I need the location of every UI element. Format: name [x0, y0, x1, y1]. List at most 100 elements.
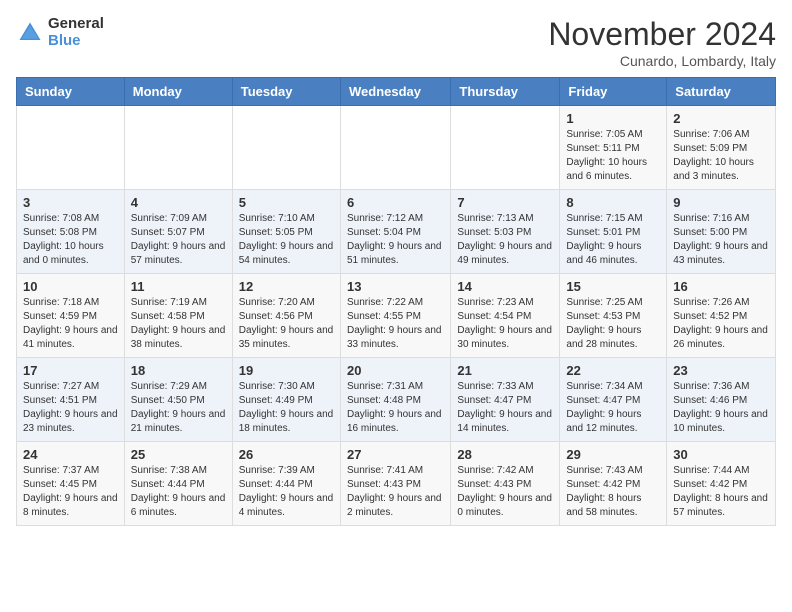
calendar-cell: 5 Sunrise: 7:10 AM Sunset: 5:05 PM Daylig…: [232, 190, 340, 274]
day-info: Sunrise: 7:12 AM Sunset: 5:04 PM Dayligh…: [347, 212, 444, 268]
day-number: 27: [347, 447, 444, 462]
weekday-header: Sunday: [17, 78, 125, 106]
day-info: Sunrise: 7:18 AM Sunset: 4:59 PM Dayligh…: [23, 296, 118, 352]
day-info: Sunrise: 7:29 AM Sunset: 4:50 PM Dayligh…: [131, 380, 226, 436]
calendar-cell: 21 Sunrise: 7:33 AM Sunset: 4:47 PM Dayli…: [451, 358, 560, 442]
day-number: 5: [239, 195, 334, 210]
day-number: 18: [131, 363, 226, 378]
day-info: Sunrise: 7:20 AM Sunset: 4:56 PM Dayligh…: [239, 296, 334, 352]
day-number: 30: [673, 447, 769, 462]
day-info: Sunrise: 7:15 AM Sunset: 5:01 PM Dayligh…: [566, 212, 660, 268]
day-info: Sunrise: 7:41 AM Sunset: 4:43 PM Dayligh…: [347, 464, 444, 520]
calendar-cell: 11 Sunrise: 7:19 AM Sunset: 4:58 PM Dayli…: [124, 274, 232, 358]
weekday-header: Saturday: [667, 78, 776, 106]
calendar-cell: 28 Sunrise: 7:42 AM Sunset: 4:43 PM Dayli…: [451, 442, 560, 526]
calendar-cell: 17Sunrise: 7:27 AM Sunset: 4:51 PM Dayli…: [17, 358, 125, 442]
day-number: 28: [457, 447, 553, 462]
day-info: Sunrise: 7:37 AM Sunset: 4:45 PM Dayligh…: [23, 464, 118, 520]
day-info: Sunrise: 7:16 AM Sunset: 5:00 PM Dayligh…: [673, 212, 769, 268]
day-number: 11: [131, 279, 226, 294]
calendar-cell: 19Sunrise: 7:30 AM Sunset: 4:49 PM Dayli…: [232, 358, 340, 442]
calendar-cell: 27 Sunrise: 7:41 AM Sunset: 4:43 PM Dayli…: [340, 442, 450, 526]
logo-text: General Blue: [48, 16, 104, 49]
calendar-cell: 1 Sunrise: 7:05 AM Sunset: 5:11 PM Daylig…: [560, 106, 667, 190]
day-info: Sunrise: 7:05 AM Sunset: 5:11 PM Dayligh…: [566, 128, 660, 184]
calendar-cell: 13Sunrise: 7:22 AM Sunset: 4:55 PM Dayli…: [340, 274, 450, 358]
day-info: Sunrise: 7:34 AM Sunset: 4:47 PM Dayligh…: [566, 380, 660, 436]
day-info: Sunrise: 7:36 AM Sunset: 4:46 PM Dayligh…: [673, 380, 769, 436]
logo-line1: General: [48, 16, 104, 33]
weekday-header: Friday: [560, 78, 667, 106]
day-info: Sunrise: 7:25 AM Sunset: 4:53 PM Dayligh…: [566, 296, 660, 352]
day-info: Sunrise: 7:10 AM Sunset: 5:05 PM Dayligh…: [239, 212, 334, 268]
day-number: 12: [239, 279, 334, 294]
day-info: Sunrise: 7:42 AM Sunset: 4:43 PM Dayligh…: [457, 464, 553, 520]
day-info: Sunrise: 7:08 AM Sunset: 5:08 PM Dayligh…: [23, 212, 118, 268]
day-info: Sunrise: 7:22 AM Sunset: 4:55 PM Dayligh…: [347, 296, 444, 352]
day-number: 24: [23, 447, 118, 462]
day-info: Sunrise: 7:39 AM Sunset: 4:44 PM Dayligh…: [239, 464, 334, 520]
title-area: November 2024 Cunardo, Lombardy, Italy: [548, 16, 776, 69]
calendar-cell: 23 Sunrise: 7:36 AM Sunset: 4:46 PM Dayli…: [667, 358, 776, 442]
day-number: 7: [457, 195, 553, 210]
calendar-cell: 6 Sunrise: 7:12 AM Sunset: 5:04 PM Daylig…: [340, 190, 450, 274]
day-info: Sunrise: 7:19 AM Sunset: 4:58 PM Dayligh…: [131, 296, 226, 352]
day-number: 1: [566, 111, 660, 126]
calendar-table: SundayMondayTuesdayWednesdayThursdayFrid…: [16, 77, 776, 526]
weekday-header: Monday: [124, 78, 232, 106]
day-info: Sunrise: 7:23 AM Sunset: 4:54 PM Dayligh…: [457, 296, 553, 352]
calendar-cell: 16Sunrise: 7:26 AM Sunset: 4:52 PM Dayli…: [667, 274, 776, 358]
day-number: 10: [23, 279, 118, 294]
calendar-week-row: 3 Sunrise: 7:08 AM Sunset: 5:08 PM Daylig…: [17, 190, 776, 274]
calendar-cell: 3 Sunrise: 7:08 AM Sunset: 5:08 PM Daylig…: [17, 190, 125, 274]
day-info: Sunrise: 7:43 AM Sunset: 4:42 PM Dayligh…: [566, 464, 660, 520]
calendar-cell: [451, 106, 560, 190]
month-title: November 2024: [548, 16, 776, 53]
calendar-cell: 24 Sunrise: 7:37 AM Sunset: 4:45 PM Dayli…: [17, 442, 125, 526]
calendar-cell: [17, 106, 125, 190]
day-number: 16: [673, 279, 769, 294]
day-info: Sunrise: 7:06 AM Sunset: 5:09 PM Dayligh…: [673, 128, 769, 184]
calendar-week-row: 24 Sunrise: 7:37 AM Sunset: 4:45 PM Dayli…: [17, 442, 776, 526]
day-number: 8: [566, 195, 660, 210]
calendar-cell: 25Sunrise: 7:38 AM Sunset: 4:44 PM Dayli…: [124, 442, 232, 526]
calendar-cell: 15Sunrise: 7:25 AM Sunset: 4:53 PM Dayli…: [560, 274, 667, 358]
day-number: 26: [239, 447, 334, 462]
calendar-cell: 22Sunrise: 7:34 AM Sunset: 4:47 PM Dayli…: [560, 358, 667, 442]
calendar-week-row: 10 Sunrise: 7:18 AM Sunset: 4:59 PM Dayli…: [17, 274, 776, 358]
calendar-week-row: 17Sunrise: 7:27 AM Sunset: 4:51 PM Dayli…: [17, 358, 776, 442]
calendar-cell: 9Sunrise: 7:16 AM Sunset: 5:00 PM Daylig…: [667, 190, 776, 274]
day-number: 21: [457, 363, 553, 378]
weekday-header: Tuesday: [232, 78, 340, 106]
day-number: 4: [131, 195, 226, 210]
day-number: 14: [457, 279, 553, 294]
day-info: Sunrise: 7:31 AM Sunset: 4:48 PM Dayligh…: [347, 380, 444, 436]
weekday-header: Wednesday: [340, 78, 450, 106]
logo-icon: [16, 19, 44, 47]
calendar-cell: 10 Sunrise: 7:18 AM Sunset: 4:59 PM Dayli…: [17, 274, 125, 358]
day-info: Sunrise: 7:13 AM Sunset: 5:03 PM Dayligh…: [457, 212, 553, 268]
day-number: 2: [673, 111, 769, 126]
weekday-header-row: SundayMondayTuesdayWednesdayThursdayFrid…: [17, 78, 776, 106]
location: Cunardo, Lombardy, Italy: [548, 53, 776, 69]
header: General Blue November 2024 Cunardo, Lomb…: [16, 16, 776, 69]
day-number: 20: [347, 363, 444, 378]
calendar-week-row: 1 Sunrise: 7:05 AM Sunset: 5:11 PM Daylig…: [17, 106, 776, 190]
calendar-cell: [124, 106, 232, 190]
day-number: 17: [23, 363, 118, 378]
calendar-cell: 20 Sunrise: 7:31 AM Sunset: 4:48 PM Dayli…: [340, 358, 450, 442]
day-number: 23: [673, 363, 769, 378]
day-info: Sunrise: 7:09 AM Sunset: 5:07 PM Dayligh…: [131, 212, 226, 268]
calendar-cell: 8 Sunrise: 7:15 AM Sunset: 5:01 PM Daylig…: [560, 190, 667, 274]
day-number: 29: [566, 447, 660, 462]
calendar-cell: 18 Sunrise: 7:29 AM Sunset: 4:50 PM Dayli…: [124, 358, 232, 442]
calendar-cell: [232, 106, 340, 190]
day-number: 6: [347, 195, 444, 210]
calendar-cell: 30Sunrise: 7:44 AM Sunset: 4:42 PM Dayli…: [667, 442, 776, 526]
day-number: 3: [23, 195, 118, 210]
day-info: Sunrise: 7:33 AM Sunset: 4:47 PM Dayligh…: [457, 380, 553, 436]
calendar-cell: [340, 106, 450, 190]
calendar-cell: 12 Sunrise: 7:20 AM Sunset: 4:56 PM Dayli…: [232, 274, 340, 358]
logo-line2: Blue: [48, 33, 104, 50]
calendar-cell: 26 Sunrise: 7:39 AM Sunset: 4:44 PM Dayli…: [232, 442, 340, 526]
